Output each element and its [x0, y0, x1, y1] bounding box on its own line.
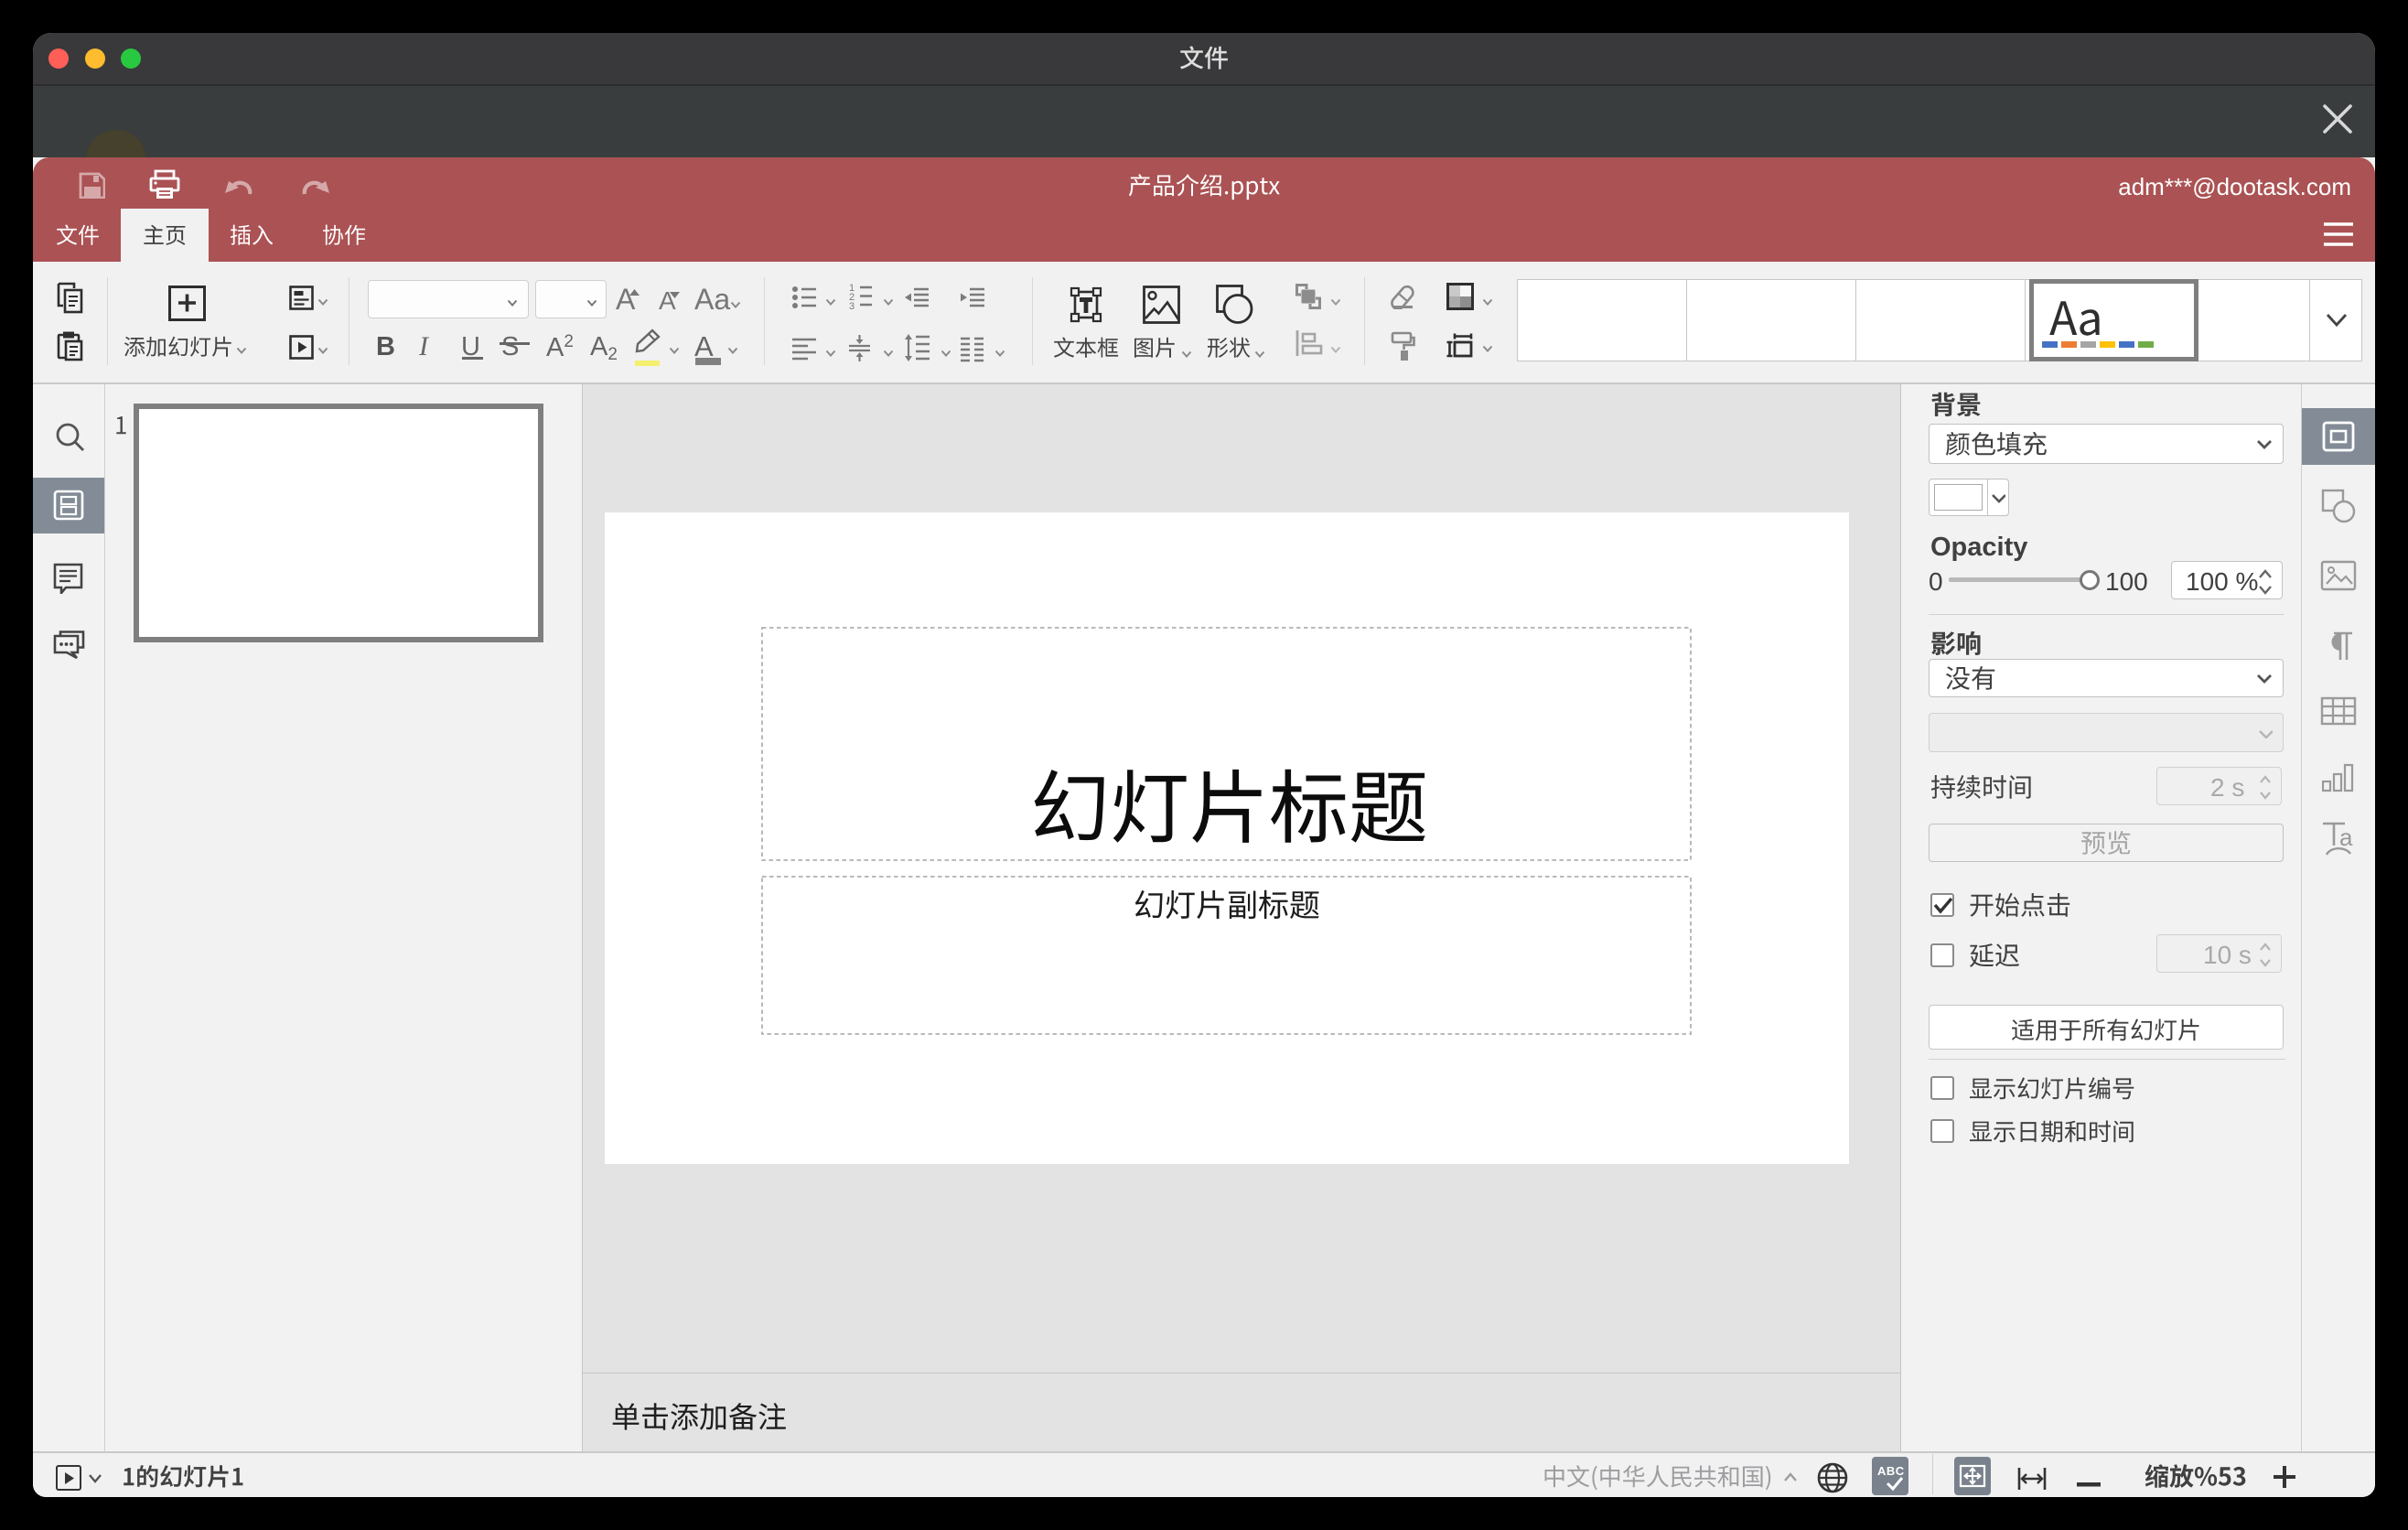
svg-text:a: a	[2339, 824, 2353, 851]
svg-text:3: 3	[849, 301, 855, 309]
